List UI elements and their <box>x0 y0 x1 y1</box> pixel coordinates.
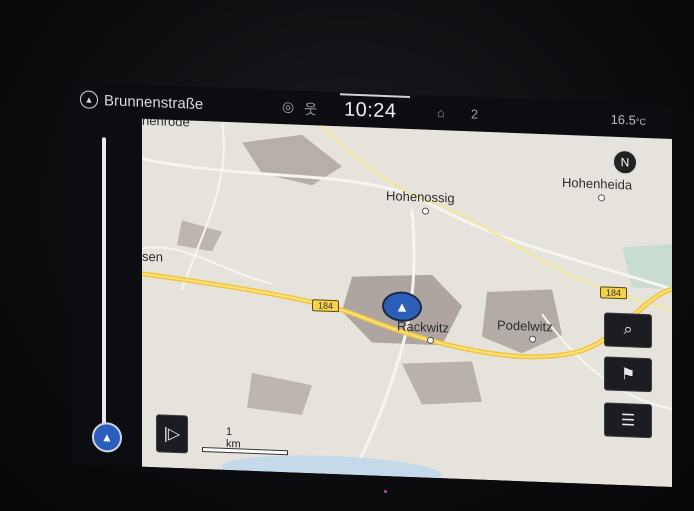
person-icon: 웃 <box>304 100 318 118</box>
place-marker <box>529 335 536 343</box>
navigation-map[interactable]: henrode Hohenossig Hohenheida Rackwitz P… <box>142 118 672 488</box>
place-label-hohenossig: Hohenossig <box>386 188 455 206</box>
navigation-arrow-icon: ▲ <box>80 90 98 109</box>
current-street: ▲ Brunnenstraße <box>80 90 203 113</box>
place-marker <box>427 336 434 344</box>
street-name: Brunnenstraße <box>104 91 204 113</box>
infotainment-screen: ▲ Brunnenstraße ◎ 웃 10:24 ⌂ 2 16.5°C ▲ h… <box>72 82 672 488</box>
place-label: sen <box>142 248 163 265</box>
notification-badge[interactable]: 2 <box>471 106 478 121</box>
temperature-unit: °C <box>635 116 646 128</box>
place-marker <box>422 207 429 215</box>
road-shield: 184 <box>312 299 340 313</box>
no-signal-icon: ◎ <box>282 98 295 115</box>
destination-search-icon[interactable]: ⌕ <box>604 312 652 349</box>
settlement-area <box>247 372 312 415</box>
settlement-area <box>402 361 482 405</box>
menu-button[interactable]: ☰ <box>604 402 652 439</box>
clock: 10:24 <box>344 98 397 123</box>
indicator-light <box>384 490 387 493</box>
status-icons: ◎ 웃 <box>282 98 317 119</box>
clock-indicator-line <box>340 93 410 98</box>
current-position-marker-icon: ▲ <box>92 421 122 453</box>
status-right-icons: ⌂ 2 <box>437 105 478 122</box>
mute-speaker-icon[interactable]: ⌂ <box>437 105 445 120</box>
route-progress-sidebar: ▲ <box>72 116 142 467</box>
road-shield: 184 <box>600 286 628 300</box>
scale-label: 1 km <box>226 425 241 451</box>
outside-temperature: 16.5°C <box>611 112 646 128</box>
play-route-button[interactable]: |▷ <box>156 414 188 454</box>
route-options-icon[interactable]: ⚑ <box>604 356 652 393</box>
temperature-value: 16.5 <box>610 111 636 128</box>
place-marker <box>598 194 605 202</box>
settlement-area <box>177 220 222 252</box>
place-label: henrode <box>142 118 190 130</box>
place-label-hohenheida: Hohenheida <box>562 174 633 193</box>
place-label-podelwitz: Podelwitz <box>497 317 553 335</box>
compass-north-icon[interactable]: N <box>612 148 638 176</box>
minor-road <box>181 121 225 291</box>
route-progress-track <box>102 137 106 428</box>
